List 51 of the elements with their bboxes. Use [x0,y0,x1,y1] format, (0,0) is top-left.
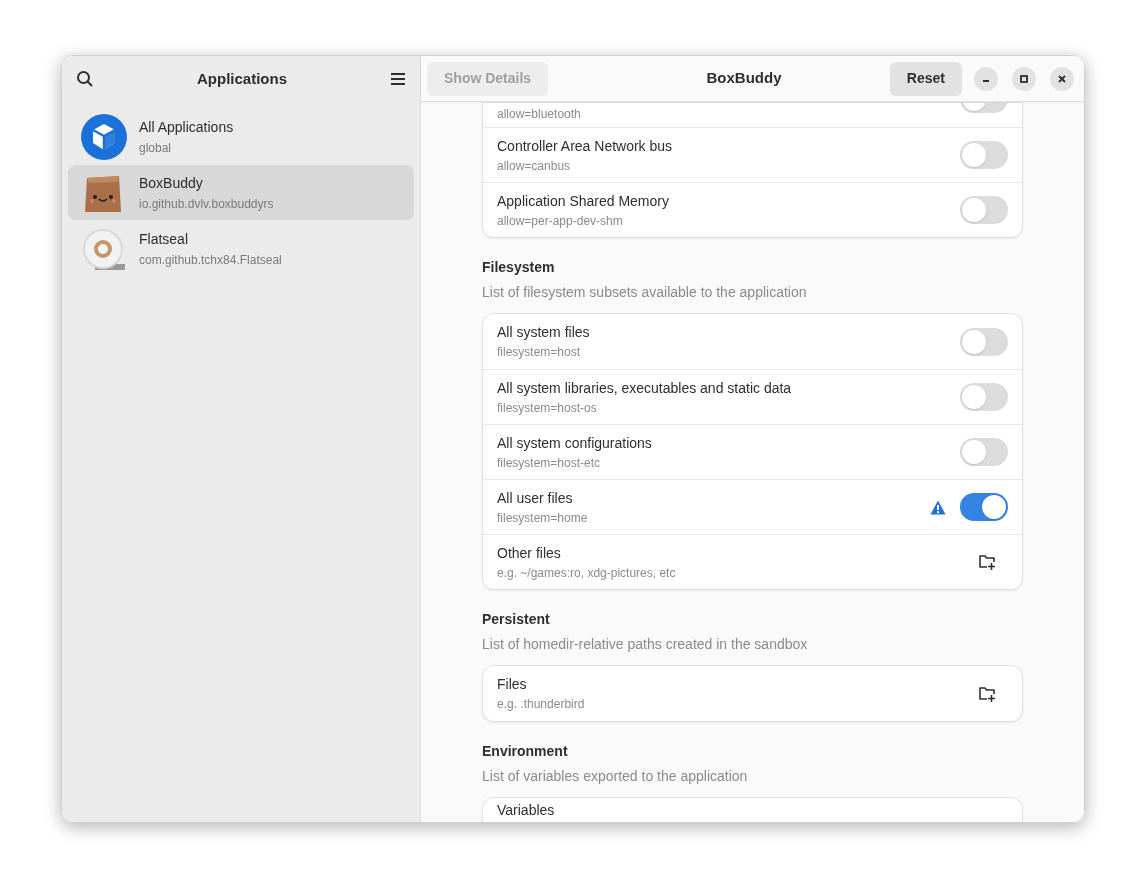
toggle-switch[interactable] [960,493,1008,521]
menu-icon[interactable] [390,72,406,86]
section-title: Environment [482,742,569,760]
maximize-button[interactable] [1012,66,1036,91]
row-title: Variables [497,801,555,819]
row-title: Controller Area Network bus [497,136,673,155]
reset-button[interactable]: Reset [889,61,962,96]
row-subtitle: e.g. .thunderbird [497,696,585,712]
row-subtitle: filesystem=home [497,509,588,526]
row-title: All system files [497,323,590,341]
app-name: All Applications [139,117,234,136]
row-title: All system configurations [497,433,652,452]
row-subtitle: allow=canbus [497,157,572,174]
search-icon[interactable] [76,70,94,88]
app-name: BoxBuddy [139,173,204,192]
maximize-icon [1020,74,1028,83]
sidebar-title: Applications [197,68,287,89]
row-title: Application Shared Memory [497,191,669,210]
row-subtitle: e.g. ~/games:ro, xdg-pictures, etc [497,564,676,581]
app-id: com.github.tchx84.Flatseal [139,251,282,268]
section-title: Filesystem [482,258,556,276]
row-subtitle: filesystem=host-etc [497,454,602,471]
row-subtitle: filesystem=host [497,344,582,360]
app-list-item[interactable]: Flatseal com.github.tchx84.Flatseal [68,221,414,276]
app-id: global [139,139,173,156]
row-title: Files [497,675,528,693]
add-folder-icon[interactable] [978,684,996,703]
row-subtitle: filesystem=host-os [497,399,598,416]
row-title: All system libraries, executables and static data [497,378,792,397]
close-button[interactable] [1050,66,1074,91]
section-title: Persistent [482,610,551,628]
add-folder-icon[interactable] [978,553,996,571]
app-list-item[interactable]: All Applications global [68,109,414,164]
close-icon [1058,74,1066,83]
row-subtitle: allow=bluetooth [497,107,581,123]
toggle-switch[interactable] [960,196,1008,224]
toggle-switch[interactable] [960,383,1008,411]
row-title: All user files [497,488,574,507]
window-title: BoxBuddy [705,68,782,89]
toggle-switch[interactable] [960,327,1008,356]
row-subtitle: allow=per-app-dev-shm [497,212,624,229]
section-description: List of homedir-relative paths created in the sandbox [482,635,809,653]
section-description: List of variables exported to the application [482,767,749,785]
app-name: Flatseal [139,229,190,248]
cube-icon [81,113,127,160]
row-title: Other files [497,543,562,562]
toggle-switch[interactable] [960,141,1008,169]
section-description: List of filesystem subsets available to the application [482,283,808,301]
toggle-switch[interactable] [960,438,1008,466]
app-id: io.github.dvlv.boxbuddyrs [139,195,274,212]
app-list-item[interactable]: BoxBuddy io.github.dvlv.boxbuddyrs [68,165,414,220]
